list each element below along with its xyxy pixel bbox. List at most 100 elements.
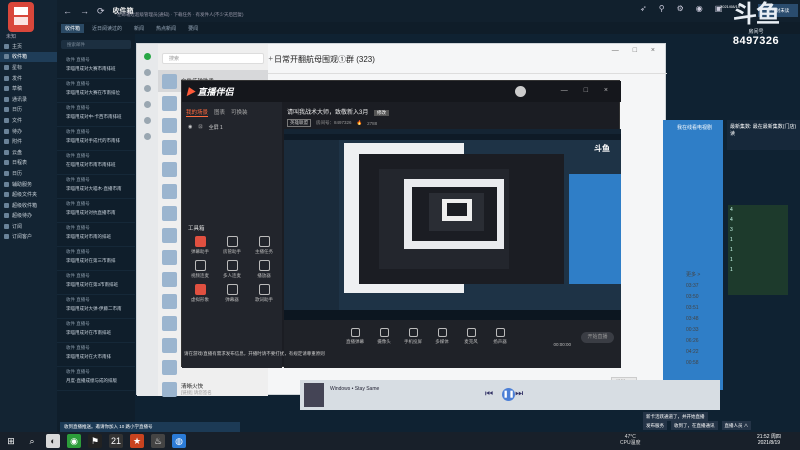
edit-title-button[interactable]: 修改 bbox=[374, 110, 390, 116]
sidebar-item[interactable]: 超级待办 bbox=[0, 211, 57, 222]
contacts-icon[interactable] bbox=[144, 69, 151, 76]
task-notification[interactable]: 收到直播推送。邀请你加入 10 路小学直播号 bbox=[60, 422, 240, 432]
sidebar-item[interactable]: 日历 bbox=[0, 168, 57, 179]
sidebar-item[interactable]: 发件 bbox=[0, 73, 57, 84]
sidebar-item[interactable]: 附件 bbox=[0, 136, 57, 147]
back-icon[interactable]: ← bbox=[63, 6, 72, 16]
sidebar-item[interactable]: 日程表 bbox=[0, 158, 57, 169]
taskbar-app-icon[interactable]: ★ bbox=[130, 434, 144, 448]
sidebar-item[interactable]: 订阅 bbox=[0, 221, 57, 232]
rocket-icon[interactable]: ➶ bbox=[640, 4, 647, 13]
stream-control-button[interactable]: 麦克风 bbox=[460, 328, 482, 345]
stream-control-button[interactable]: 摄像头 bbox=[373, 328, 395, 345]
moments-icon[interactable] bbox=[144, 117, 151, 124]
tool-button[interactable]: 歌词助手 bbox=[248, 284, 280, 303]
tool-button[interactable]: 弹幕助手 bbox=[184, 236, 216, 255]
mail-tab[interactable]: 收件箱 bbox=[61, 23, 85, 33]
tool-button[interactable]: 房管助手 bbox=[216, 236, 248, 255]
sidebar-item[interactable]: 草稿 bbox=[0, 83, 57, 94]
stream-control-button[interactable]: 手机投屏 bbox=[402, 328, 424, 345]
scene-tab[interactable]: 我的场景 bbox=[186, 108, 209, 117]
mail-row[interactable]: 收件 直播号 李喵用成对对抗直播市南 bbox=[57, 199, 135, 223]
notification-item[interactable]: 收到了，在直播通讯 bbox=[671, 421, 718, 430]
tool-button[interactable]: 播放器 bbox=[248, 260, 280, 279]
taskbar-app-icon[interactable]: ◐ bbox=[46, 434, 60, 448]
pin-icon[interactable]: ⚲ bbox=[659, 4, 665, 13]
tool-button[interactable]: 多人连麦 bbox=[216, 260, 248, 279]
mail-row[interactable]: 收件 直播号 李喵用成对大赛在市南排位 bbox=[57, 79, 135, 103]
mail-row[interactable]: 收件 直播号 李喵用成对在第3市南排班 bbox=[57, 271, 135, 295]
category-badge[interactable]: 英雄联盟 bbox=[287, 119, 311, 127]
forward-icon[interactable]: → bbox=[80, 6, 89, 16]
refresh-icon[interactable]: ⟳ bbox=[97, 6, 105, 17]
mail-tab[interactable]: 热点新闻 bbox=[152, 24, 180, 33]
eye-icon[interactable]: ◉ bbox=[696, 4, 703, 13]
files-icon[interactable] bbox=[144, 101, 151, 108]
chat-search-input[interactable]: 搜索 + bbox=[162, 53, 273, 64]
stream-control-button[interactable]: 直播弹幕 bbox=[344, 328, 366, 345]
scene-tab[interactable]: 可换装 bbox=[231, 108, 248, 117]
notification-item[interactable]: 直播人员 ∧ bbox=[721, 421, 752, 430]
sidebar-item[interactable]: 主页 bbox=[0, 41, 57, 52]
mail-tab[interactable]: 要闻 bbox=[184, 24, 202, 33]
taskbar-app-icon[interactable]: ◍ bbox=[172, 434, 186, 448]
taskbar-app-icon[interactable]: ⊞ bbox=[4, 434, 18, 448]
app-logo[interactable] bbox=[8, 2, 34, 32]
mail-row[interactable]: 收件 直播号 李喵用成对市南的排班 bbox=[57, 223, 135, 247]
miniapp-icon[interactable] bbox=[144, 133, 151, 140]
pause-icon[interactable]: ❚❚ bbox=[502, 388, 516, 401]
tool-button[interactable]: 主播任务 bbox=[248, 236, 280, 255]
notification-item[interactable]: 发布服务 bbox=[643, 421, 667, 430]
sidebar-item[interactable]: 文件 bbox=[0, 115, 57, 126]
tool-button[interactable]: 视频连麦 bbox=[184, 260, 216, 279]
tool-button[interactable]: 弹幕器 bbox=[216, 284, 248, 303]
sidebar-item[interactable]: 通讯录 bbox=[0, 94, 57, 105]
mail-tab[interactable]: 新闻 bbox=[130, 24, 148, 33]
sidebar-item[interactable]: 星标 bbox=[0, 62, 57, 73]
chat-window-controls[interactable]: — □ × bbox=[612, 47, 661, 54]
mail-row[interactable]: 收件 直播号 李喵用成对在市南排班 bbox=[57, 319, 135, 343]
mail-tab[interactable]: 近日阅读过的 bbox=[88, 24, 126, 33]
mail-row[interactable]: 收件 直播号 李喵用成对在大市南排 bbox=[57, 343, 135, 367]
sidebar-item[interactable]: 云盘 bbox=[0, 147, 57, 158]
mail-row[interactable]: 收件 直播号 李喵用成对中-卡西市南排班 bbox=[57, 103, 135, 127]
sidebar-item[interactable]: 订阅客户 bbox=[0, 232, 57, 243]
taskbar-app-icon[interactable]: ⌕ bbox=[25, 434, 39, 448]
sidebar-item[interactable]: 超级文件夹 bbox=[0, 189, 57, 200]
sidebar-item[interactable]: 辅助服务 bbox=[0, 179, 57, 190]
sidebar-item[interactable]: 收件箱 bbox=[0, 51, 57, 63]
eye-icon[interactable]: ◉ bbox=[188, 124, 192, 131]
stream-control-button[interactable]: 扬声器 bbox=[489, 328, 511, 345]
sidebar-item[interactable]: 日历 bbox=[0, 105, 57, 116]
stream-control-button[interactable]: 多媒体 bbox=[431, 328, 453, 345]
taskbar-app-icon[interactable]: ⚑ bbox=[88, 434, 102, 448]
favorites-icon[interactable] bbox=[144, 85, 151, 92]
next-icon[interactable]: ⏭ bbox=[515, 388, 532, 398]
stream-window-controls[interactable]: — □ × bbox=[561, 87, 615, 94]
go-live-button[interactable]: 开始直播 bbox=[581, 332, 614, 343]
mail-row[interactable]: 收件 直播号 李喵用成对手成代的市南排 bbox=[57, 127, 135, 151]
mail-row[interactable]: 收件 直播号 在喵用成对市南市南排班 bbox=[57, 151, 135, 175]
mail-row[interactable]: 收件 直播号 李喵用成对在第三市南排 bbox=[57, 247, 135, 271]
taskbar-app-icon[interactable]: ◉ bbox=[67, 434, 81, 448]
chat-item[interactable]: 清晰火快 [链接] 请您签名 bbox=[158, 378, 268, 400]
taskbar-app-icon[interactable]: 21 bbox=[109, 434, 123, 448]
mail-row[interactable]: 收件 直播号 月度-直播成绩与成的排版 bbox=[57, 367, 135, 391]
avatar[interactable] bbox=[515, 86, 526, 97]
sidebar-item[interactable]: 待办 bbox=[0, 126, 57, 137]
chat-icon[interactable] bbox=[144, 53, 151, 60]
mail-row[interactable]: 收件 直播号 李喵用成对大赛市南排班 bbox=[57, 55, 135, 79]
lock-icon[interactable]: ⊡ bbox=[198, 124, 202, 131]
mail-row[interactable]: 收件 直播号 李喵用成对大弹-伊藤二市南 bbox=[57, 295, 135, 319]
taskbar-app-icon[interactable]: ♨ bbox=[151, 434, 165, 448]
tool-button[interactable]: 虚拟形象 bbox=[184, 284, 216, 303]
prev-icon[interactable]: ⏮ bbox=[485, 388, 502, 398]
clock[interactable]: 21:52 周四 2021/8/19 bbox=[757, 434, 781, 446]
scene-tab[interactable]: 图表 bbox=[214, 108, 225, 117]
mail-row[interactable]: 收件 直播号 李喵用成对大喵木-直播市南 bbox=[57, 175, 135, 199]
scene-item[interactable]: ◉ ⊡ 全屏 1 bbox=[182, 120, 282, 135]
sidebar-item[interactable]: 超级收件箱 bbox=[0, 200, 57, 211]
mail-search-input[interactable]: 搜索邮件 bbox=[61, 40, 131, 49]
notification-item[interactable]: 新卡活跃通道了，并开始直播 bbox=[643, 412, 708, 421]
gear-icon[interactable]: ⚙ bbox=[677, 4, 684, 13]
